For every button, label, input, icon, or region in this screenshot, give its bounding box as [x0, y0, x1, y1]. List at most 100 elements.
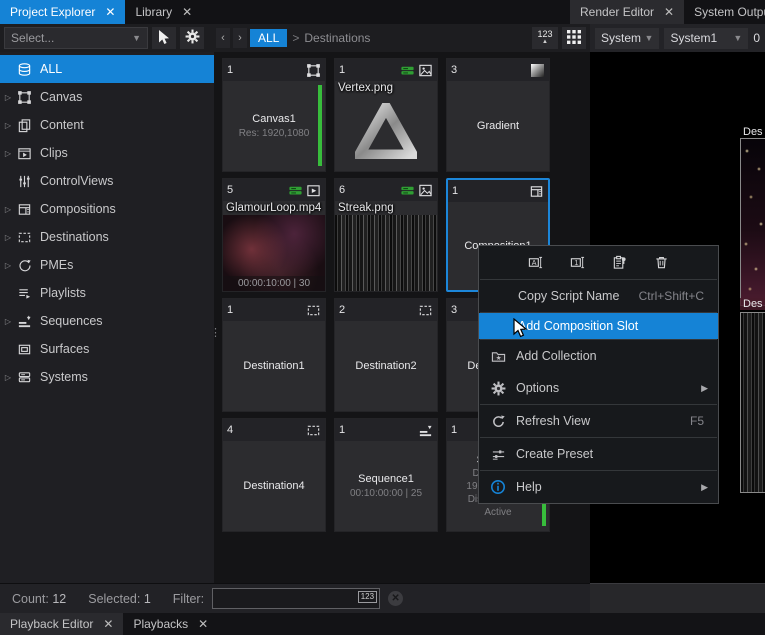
back-button[interactable]: ‹: [216, 28, 230, 48]
filter-input[interactable]: [213, 593, 343, 605]
menu-item-options[interactable]: Options▶: [479, 372, 718, 404]
delete-button[interactable]: [652, 253, 672, 273]
close-icon[interactable]: ✕: [664, 5, 674, 19]
select-dropdown[interactable]: Select... ▼: [4, 27, 148, 49]
sidebar-item-playlists[interactable]: Playlists: [0, 279, 214, 307]
asset-tile-glamourloop-mp4[interactable]: 5GlamourLoop.mp400:00:10:00 | 30: [222, 178, 326, 292]
count-value: 12: [52, 592, 66, 606]
forward-button[interactable]: ›: [233, 28, 247, 48]
sidebar-item-sequences[interactable]: ▷Sequences: [0, 307, 214, 335]
gradient-icon: [530, 63, 545, 78]
clips-icon: [16, 145, 33, 162]
numbers-filter-button[interactable]: 123▲: [532, 27, 558, 49]
sidebar-item-clips[interactable]: ▷Clips: [0, 139, 214, 167]
tile-number: 1: [227, 64, 303, 76]
tile-number: 5: [227, 184, 285, 196]
asset-tile-canvas1[interactable]: 1Canvas1Res: 1920,1080: [222, 58, 326, 172]
expand-arrow-icon[interactable]: ▷: [0, 205, 16, 214]
sidebar-item-destinations[interactable]: ▷ Destinations: [0, 223, 214, 251]
tab-library[interactable]: Library ✕: [125, 0, 202, 24]
clear-filter-button[interactable]: ✕: [388, 591, 403, 606]
rename-text-button[interactable]: A: [526, 253, 546, 273]
tab-project-explorer[interactable]: Project Explorer✕: [0, 0, 125, 24]
compositions-icon: [16, 201, 33, 218]
breadcrumb: ‹ › ALL > Destinations: [216, 28, 370, 48]
expand-arrow-icon[interactable]: ▷: [0, 373, 16, 382]
expand-arrow-icon[interactable]: ▷: [0, 261, 16, 270]
close-icon[interactable]: ✕: [182, 5, 192, 19]
menu-item-create-preset[interactable]: Create Preset: [479, 438, 718, 470]
asset-tile-streak-png[interactable]: 6Streak.png: [334, 178, 438, 292]
tile-number: 1: [452, 185, 526, 197]
paste-script-button[interactable]: [610, 253, 630, 273]
tab-playback-editor[interactable]: Playback Editor✕: [0, 613, 123, 635]
splitter-handle[interactable]: ⋮: [210, 312, 218, 352]
close-icon[interactable]: ✕: [103, 617, 113, 631]
close-icon[interactable]: ✕: [105, 5, 115, 19]
destination-preview[interactable]: [740, 312, 765, 493]
system-dropdown[interactable]: System▼: [595, 28, 659, 49]
destination-preview-thumbnail: [740, 312, 765, 493]
menu-item-label: Refresh View: [516, 414, 690, 428]
context-menu: A1 Copy Script NameCtrl+Shift+CAdd Compo…: [478, 245, 719, 504]
tile-number: 2: [339, 304, 415, 316]
video-icon: [306, 183, 321, 198]
status-bar: Count: 12 Selected: 1 Filter: 123 ✕: [0, 583, 590, 613]
sidebar-item-canvas[interactable]: ▷ Canvas: [0, 83, 214, 111]
destination-preview[interactable]: Des: [740, 126, 765, 306]
expand-arrow-icon[interactable]: ▷: [0, 233, 16, 242]
menu-item-add-collection[interactable]: ★Add Collection: [479, 340, 718, 372]
tab-label: Playbacks: [133, 617, 188, 631]
menu-item-help[interactable]: Help▶: [479, 471, 718, 503]
tile-name: Streak.png: [338, 202, 434, 214]
asset-tile-vertex-png[interactable]: 1Vertex.png: [334, 58, 438, 172]
sidebar-item-content[interactable]: ▷Content: [0, 111, 214, 139]
tile-body: Destination1: [223, 321, 325, 411]
sidebar-item-pmes[interactable]: ▷PMEs: [0, 251, 214, 279]
server-online-icon: [400, 63, 415, 78]
grid-view-button[interactable]: [562, 27, 586, 49]
asset-tile-destination1[interactable]: 1Destination1: [222, 298, 326, 412]
menu-item-refresh-view[interactable]: Refresh ViewF5: [479, 405, 718, 437]
menu-item-label: Copy Script Name: [518, 289, 639, 303]
sequences-icon: [16, 313, 33, 330]
breadcrumb-current[interactable]: Destinations: [304, 31, 370, 45]
chevron-down-icon: ▼: [132, 33, 141, 43]
settings-gear-button[interactable]: [180, 27, 204, 49]
sidebar-item-all[interactable]: ALL: [0, 55, 214, 83]
close-icon[interactable]: ✕: [198, 617, 208, 631]
tab-playbacks[interactable]: Playbacks ✕: [123, 613, 218, 635]
asset-tile-destination4[interactable]: 4Destination4: [222, 418, 326, 532]
breadcrumb-root[interactable]: ALL: [250, 29, 287, 47]
chevron-down-icon: ▼: [645, 33, 654, 43]
sidebar-item-surfaces[interactable]: Surfaces: [0, 335, 214, 363]
tab-render-editor[interactable]: Render Editor✕: [570, 0, 684, 24]
expand-arrow-icon[interactable]: ▷: [0, 149, 16, 158]
tab-system-output[interactable]: System Output: [684, 0, 765, 24]
asset-tile-destination2[interactable]: 2Destination2: [334, 298, 438, 412]
sidebar-item-label: Canvas: [40, 90, 82, 104]
asset-tile-gradient[interactable]: 3Gradient: [446, 58, 550, 172]
asset-tile-sequence1[interactable]: 1Sequence100:10:00:00 | 25: [334, 418, 438, 532]
gear-icon: [185, 29, 200, 47]
tile-name: GlamourLoop.mp4: [226, 202, 322, 214]
icon-spacer: [491, 317, 509, 335]
expand-arrow-icon[interactable]: ▷: [0, 317, 16, 326]
sidebar-item-controlviews[interactable]: ControlViews: [0, 167, 214, 195]
pointer-tool-button[interactable]: [152, 27, 176, 49]
menu-item-copy-script-name[interactable]: Copy Script NameCtrl+Shift+C: [479, 280, 718, 312]
tab-label: Library: [135, 5, 172, 19]
destination-icon: [306, 423, 321, 438]
sidebar-item-label: Playlists: [40, 286, 86, 300]
rename-number-button[interactable]: 1: [568, 253, 588, 273]
menu-item-label: Options: [516, 381, 701, 395]
sidebar-item-label: Destinations: [40, 230, 109, 244]
expand-arrow-icon[interactable]: ▷: [0, 93, 16, 102]
sidebar-item-systems[interactable]: ▷Systems: [0, 363, 214, 391]
top-tab-bar: Project Explorer✕ Library ✕ Render Editor✕…: [0, 0, 765, 24]
system-instance-dropdown[interactable]: System1▼: [664, 28, 748, 49]
tile-subtitle: 00:10:00:00 | 25: [350, 488, 422, 499]
composition-icon: [529, 184, 544, 199]
expand-arrow-icon[interactable]: ▷: [0, 121, 16, 130]
sidebar-item-compositions[interactable]: ▷Compositions: [0, 195, 214, 223]
